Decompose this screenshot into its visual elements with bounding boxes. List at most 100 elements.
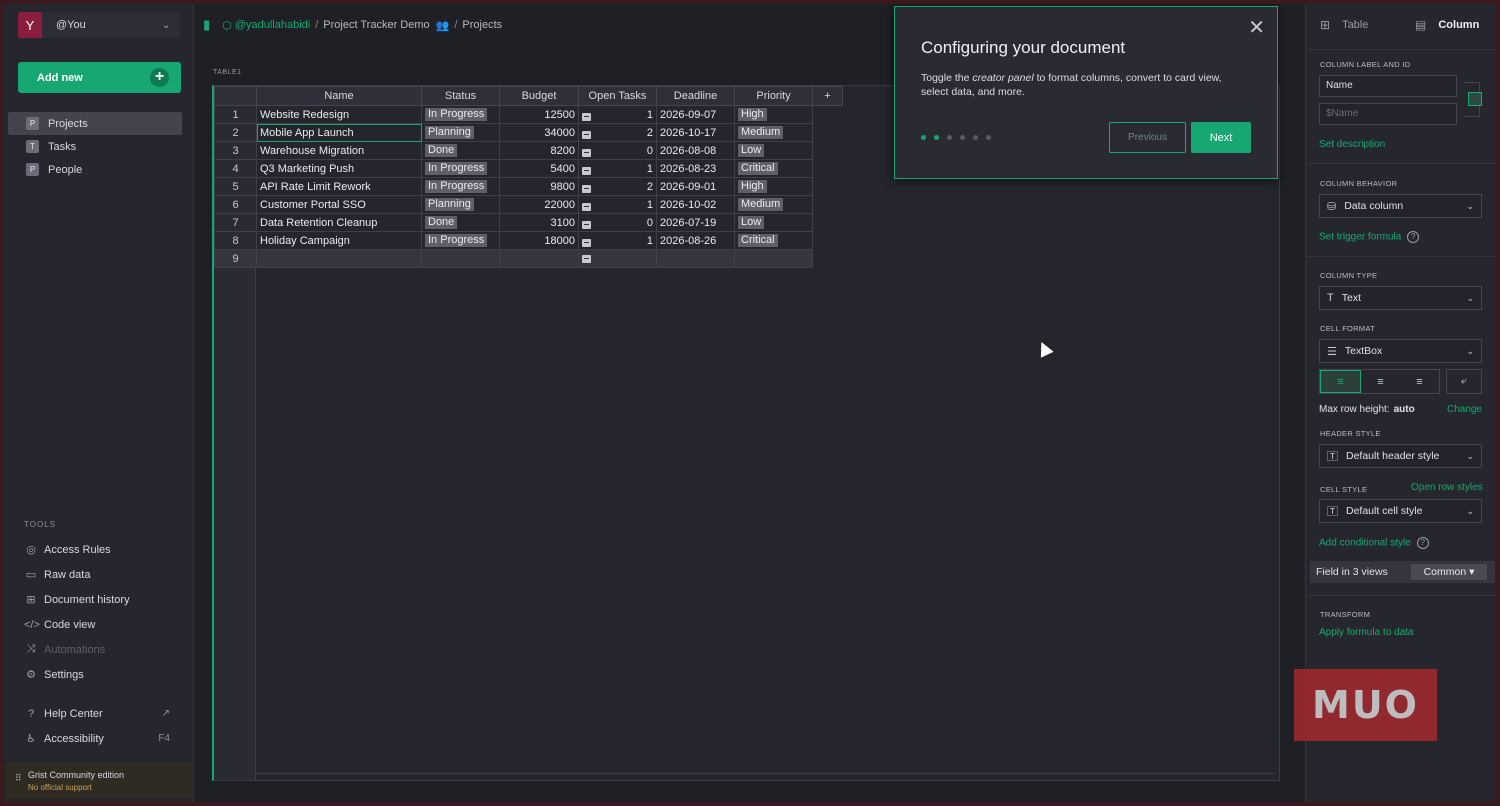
empty-cell[interactable] xyxy=(578,249,657,268)
open-row-styles-link[interactable]: Open row styles xyxy=(1411,482,1483,493)
empty-cell[interactable] xyxy=(421,249,500,268)
cell-status[interactable]: Planning xyxy=(421,123,500,142)
cell-open-tasks[interactable]: 1 xyxy=(578,105,657,124)
table-row[interactable]: 6 Customer Portal SSO Planning 22000 1 2026-1… xyxy=(214,195,843,214)
common-settings-toggle[interactable]: Common ▾ xyxy=(1411,564,1487,580)
empty-cell[interactable] xyxy=(656,249,735,268)
cell-name[interactable]: Website Redesign xyxy=(256,105,422,124)
column-header-priority[interactable]: Priority xyxy=(734,86,813,106)
add-conditional-style-link[interactable]: Add conditional style? xyxy=(1319,537,1429,549)
row-number[interactable]: 4 xyxy=(214,159,257,178)
column-header-budget[interactable]: Budget xyxy=(499,86,579,106)
cell-deadline[interactable]: 2026-10-17 xyxy=(656,123,735,142)
row-number[interactable]: 1 xyxy=(214,105,257,124)
column-header-open-tasks[interactable]: Open Tasks xyxy=(578,86,657,106)
cell-priority[interactable]: Critical xyxy=(734,159,813,178)
cell-open-tasks[interactable]: 1 xyxy=(578,231,657,250)
cell-status[interactable]: Done xyxy=(421,213,500,232)
cell-priority[interactable]: Low xyxy=(734,213,813,232)
cell-budget[interactable]: 34000 xyxy=(499,123,579,142)
cell-budget[interactable]: 3100 xyxy=(499,213,579,232)
cell-budget[interactable]: 5400 xyxy=(499,159,579,178)
cell-priority[interactable]: High xyxy=(734,177,813,196)
cell-status[interactable]: In Progress xyxy=(421,159,500,178)
cell-budget[interactable]: 12500 xyxy=(499,105,579,124)
column-label-input[interactable]: Name xyxy=(1319,75,1457,97)
cell-deadline[interactable]: 2026-10-02 xyxy=(656,195,735,214)
cell-deadline[interactable]: 2026-07-19 xyxy=(656,213,735,232)
column-header-name[interactable]: Name xyxy=(256,86,422,106)
page-item-people[interactable]: P People xyxy=(8,158,182,181)
previous-button[interactable]: Previous xyxy=(1109,122,1186,153)
row-number[interactable]: 7 xyxy=(214,213,257,232)
apply-formula-link[interactable]: Apply formula to data xyxy=(1319,627,1414,638)
tool-code-view[interactable]: </> Code view xyxy=(24,612,174,637)
wrap-text-icon[interactable]: ⤶ xyxy=(1446,369,1482,394)
cell-priority[interactable]: High xyxy=(734,105,813,124)
column-header-status[interactable]: Status xyxy=(421,86,500,106)
header-style-select[interactable]: 🅃 Default header style ⌄ xyxy=(1319,444,1482,468)
cell-name[interactable]: Data Retention Cleanup xyxy=(256,213,422,232)
cell-name[interactable]: Warehouse Migration xyxy=(256,141,422,160)
cell-priority[interactable]: Medium xyxy=(734,195,813,214)
next-button[interactable]: Next xyxy=(1191,122,1251,153)
tab-column[interactable]: ▤ Column xyxy=(1401,0,1496,49)
page-item-tasks[interactable]: T Tasks xyxy=(8,135,182,158)
align-right-icon[interactable]: ≡ xyxy=(1400,370,1439,393)
cell-deadline[interactable]: 2026-08-26 xyxy=(656,231,735,250)
set-description-link[interactable]: Set description xyxy=(1319,139,1385,150)
add-new-button[interactable]: Add new + xyxy=(18,62,181,93)
column-header-deadline[interactable]: Deadline xyxy=(656,86,735,106)
add-column-button[interactable]: + xyxy=(812,86,843,106)
help-center-link[interactable]: ? Help Center ↗ xyxy=(24,701,174,726)
tool-settings[interactable]: ⚙ Settings xyxy=(24,662,174,687)
row-number[interactable]: 9 xyxy=(214,249,257,268)
link-icon[interactable] xyxy=(1468,92,1482,106)
cell-name[interactable]: Mobile App Launch xyxy=(256,123,422,142)
cell-open-tasks[interactable]: 2 xyxy=(578,177,657,196)
add-row[interactable]: 9 xyxy=(214,249,843,268)
row-number[interactable]: 3 xyxy=(214,141,257,160)
row-number[interactable]: 5 xyxy=(214,177,257,196)
cell-deadline[interactable]: 2026-08-23 xyxy=(656,159,735,178)
table-row[interactable]: 4 Q3 Marketing Push In Progress 5400 1 2026-0… xyxy=(214,159,843,178)
cell-name[interactable]: Customer Portal SSO xyxy=(256,195,422,214)
share-icon[interactable]: 👥 xyxy=(436,19,450,32)
cell-deadline[interactable]: 2026-09-01 xyxy=(656,177,735,196)
empty-cell[interactable] xyxy=(499,249,579,268)
cell-priority[interactable]: Medium xyxy=(734,123,813,142)
table-row[interactable]: 7 Data Retention Cleanup Done 3100 0 2026-07-… xyxy=(214,213,843,232)
change-link[interactable]: Change xyxy=(1447,404,1482,415)
cell-name[interactable]: Q3 Marketing Push xyxy=(256,159,422,178)
row-number[interactable]: 6 xyxy=(214,195,257,214)
cell-style-select[interactable]: 🅃 Default cell style ⌄ xyxy=(1319,499,1482,523)
align-left-icon[interactable]: ≡ xyxy=(1320,370,1361,393)
cell-name[interactable]: Holiday Campaign xyxy=(256,231,422,250)
cell-budget[interactable]: 8200 xyxy=(499,141,579,160)
cell-open-tasks[interactable]: 1 xyxy=(578,159,657,178)
row-number[interactable]: 8 xyxy=(214,231,257,250)
empty-cell[interactable] xyxy=(734,249,813,268)
cell-budget[interactable]: 18000 xyxy=(499,231,579,250)
cell-status[interactable]: In Progress xyxy=(421,231,500,250)
cell-format-select[interactable]: ☰ TextBox ⌄ xyxy=(1319,339,1482,363)
cell-priority[interactable]: Critical xyxy=(734,231,813,250)
help-icon[interactable]: ? xyxy=(1407,231,1420,243)
empty-cell[interactable] xyxy=(256,249,422,268)
tab-table[interactable]: ⊞ Table xyxy=(1306,0,1401,49)
cell-open-tasks[interactable]: 1 xyxy=(578,195,657,214)
cell-priority[interactable]: Low xyxy=(734,141,813,160)
account-switcher[interactable]: Y @You ⌄ xyxy=(18,12,180,38)
column-id-input[interactable]: $Name xyxy=(1319,103,1457,125)
close-icon[interactable]: ✕ xyxy=(1248,15,1265,40)
corner-cell[interactable] xyxy=(214,86,257,106)
tool-document-history[interactable]: ⊞ Document history xyxy=(24,587,174,612)
cell-deadline[interactable]: 2026-08-08 xyxy=(656,141,735,160)
cell-status[interactable]: Planning xyxy=(421,195,500,214)
cell-status[interactable]: In Progress xyxy=(421,177,500,196)
accessibility-link[interactable]: ♿ Accessibility F4 xyxy=(24,726,174,751)
panel-toggle-icon[interactable]: ▮ xyxy=(203,17,210,33)
page-item-projects[interactable]: P Projects xyxy=(8,112,182,135)
cell-budget[interactable]: 9800 xyxy=(499,177,579,196)
tool-raw-data[interactable]: ▭ Raw data xyxy=(24,562,174,587)
